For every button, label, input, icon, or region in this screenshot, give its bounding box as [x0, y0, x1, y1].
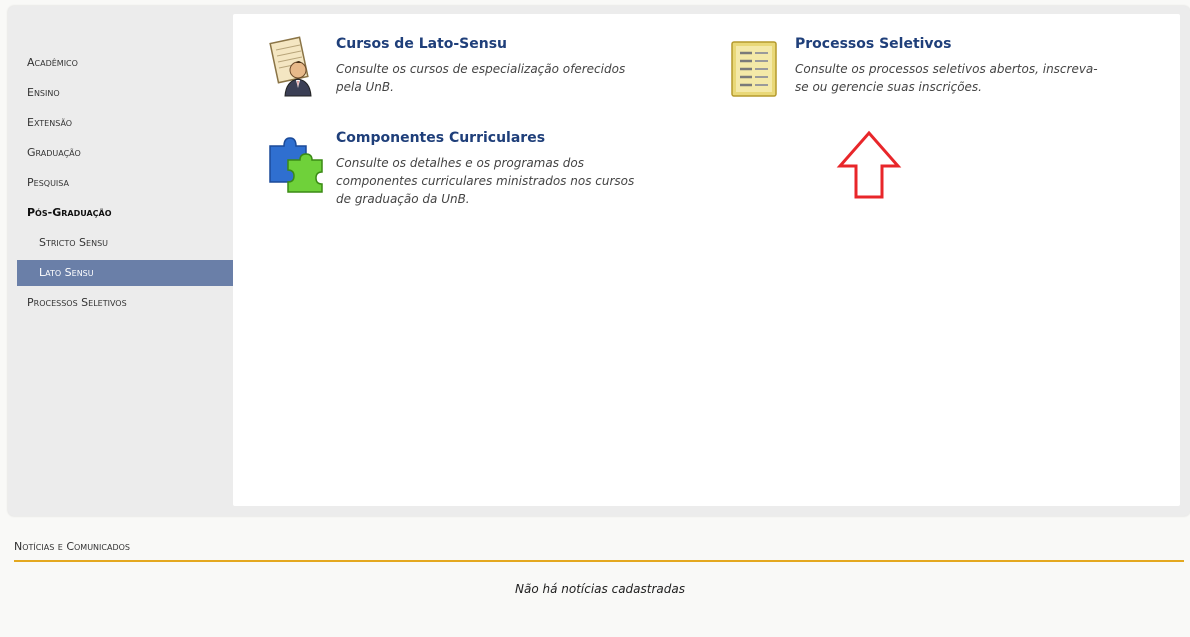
document-person-icon[interactable] — [266, 36, 324, 100]
sidebar-item-lato-sensu[interactable]: Lato Sensu — [17, 260, 244, 286]
card-description: Consulte os processos seletivos abertos,… — [795, 60, 1098, 96]
card-description-line: pela UnB. — [336, 80, 394, 94]
sidebar-item-extensao[interactable]: Extensão — [8, 108, 233, 138]
content-area: Cursos de Lato-Sensu Consulte os cursos … — [233, 14, 1180, 506]
news-empty-message: Não há notícias cadastradas — [515, 582, 685, 596]
sidebar: Acadêmico Ensino Extensão Graduação Pesq… — [8, 6, 244, 516]
sidebar-item-ensino[interactable]: Ensino — [8, 78, 233, 108]
sidebar-item-pos-graduacao[interactable]: Pós-Graduação — [8, 198, 233, 228]
sidebar-item-processos-seletivos[interactable]: Processos Seletivos — [8, 288, 233, 318]
card-description-line: componentes curriculares ministrados nos… — [336, 174, 635, 188]
card-description-line: de graduação da UnB. — [336, 192, 470, 206]
card-description-line: se ou gerencie suas inscrições. — [795, 80, 982, 94]
sidebar-item-academico[interactable]: Acadêmico — [8, 48, 233, 78]
main-panel: Acadêmico Ensino Extensão Graduação Pesq… — [8, 6, 1190, 516]
sidebar-item-graduacao[interactable]: Graduação — [8, 138, 233, 168]
card-description-line: Consulte os processos seletivos abertos,… — [795, 62, 1098, 76]
card-description-line: Consulte os detalhes e os programas dos — [336, 156, 584, 170]
card-title[interactable]: Componentes Curriculares — [336, 130, 545, 146]
puzzle-icon[interactable] — [266, 130, 324, 194]
card-description: Consulte os cursos de especialização ofe… — [336, 60, 625, 96]
card-componentes-curriculares[interactable]: Componentes Curriculares Consulte os det… — [266, 130, 706, 220]
up-arrow-icon — [836, 130, 902, 200]
sidebar-menu: Acadêmico Ensino Extensão Graduação Pesq… — [8, 48, 244, 318]
card-cursos-lato-sensu[interactable]: Cursos de Lato-Sensu Consulte os cursos … — [266, 36, 706, 116]
news-section-header: Notícias e Comunicados — [14, 540, 1184, 562]
sidebar-item-pesquisa[interactable]: Pesquisa — [8, 168, 233, 198]
card-description-line: Consulte os cursos de especialização ofe… — [336, 62, 626, 76]
card-processos-seletivos[interactable]: Processos Seletivos Consulte os processo… — [728, 36, 1168, 116]
card-description: Consulte os detalhes e os programas dos … — [336, 154, 634, 208]
card-title[interactable]: Processos Seletivos — [795, 36, 952, 52]
card-title[interactable]: Cursos de Lato-Sensu — [336, 36, 507, 52]
form-list-icon[interactable] — [728, 36, 786, 100]
sidebar-item-stricto-sensu[interactable]: Stricto Sensu — [8, 228, 233, 258]
